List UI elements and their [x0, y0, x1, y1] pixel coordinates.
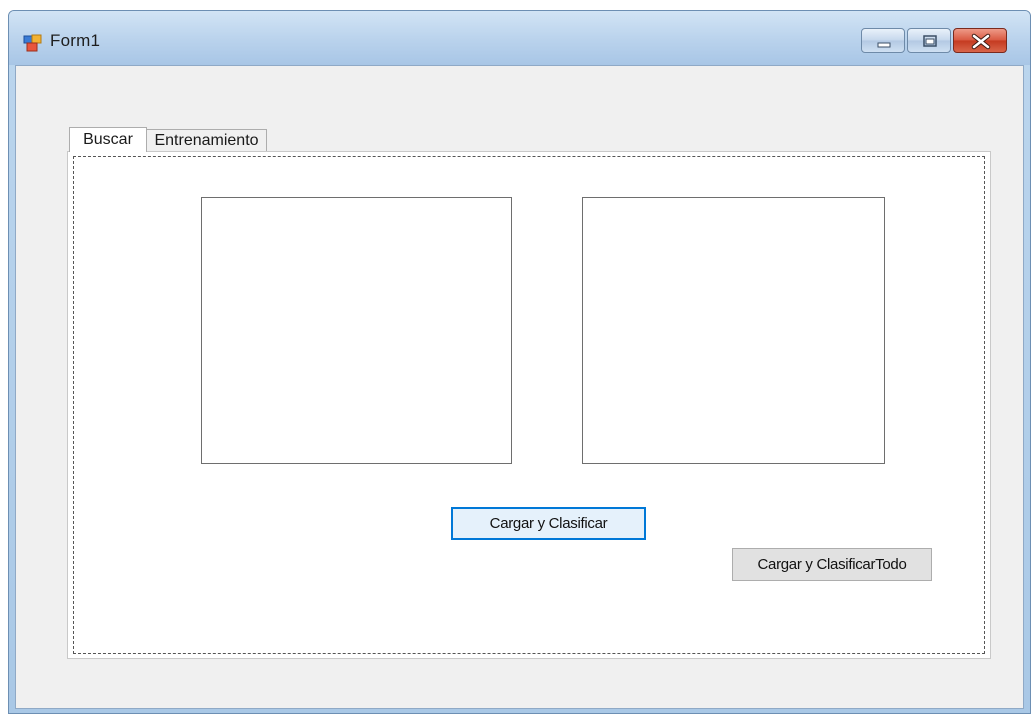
- result-image-box: [582, 197, 885, 464]
- tab-buscar[interactable]: Buscar: [69, 127, 147, 152]
- load-classify-all-button-label: Cargar y ClasificarTodo: [757, 556, 907, 573]
- form-icon: [23, 34, 43, 52]
- minimize-button[interactable]: [861, 28, 905, 53]
- close-button[interactable]: [953, 28, 1007, 53]
- maximize-button[interactable]: [907, 28, 951, 53]
- load-classify-all-button[interactable]: Cargar y ClasificarTodo: [732, 548, 932, 581]
- tab-page-buscar: Cargar y Clasificar Cargar y ClasificarT…: [67, 151, 991, 659]
- load-classify-button[interactable]: Cargar y Clasificar: [451, 507, 646, 540]
- window-title: Form1: [50, 31, 101, 50]
- tab-entrenamiento[interactable]: Entrenamiento: [146, 129, 267, 152]
- tab-entrenamiento-label: Entrenamiento: [154, 132, 259, 149]
- form-client-area: Buscar Entrenamiento Cargar y Clasificar…: [15, 65, 1024, 709]
- title-bar[interactable]: Form1: [9, 11, 1030, 65]
- input-image-box: [201, 197, 512, 464]
- tab-buscar-label: Buscar: [83, 131, 133, 148]
- load-classify-button-label: Cargar y Clasificar: [489, 515, 608, 532]
- application-window: Form1 Buscar Entrenamiento Cargar y Clas…: [8, 10, 1031, 714]
